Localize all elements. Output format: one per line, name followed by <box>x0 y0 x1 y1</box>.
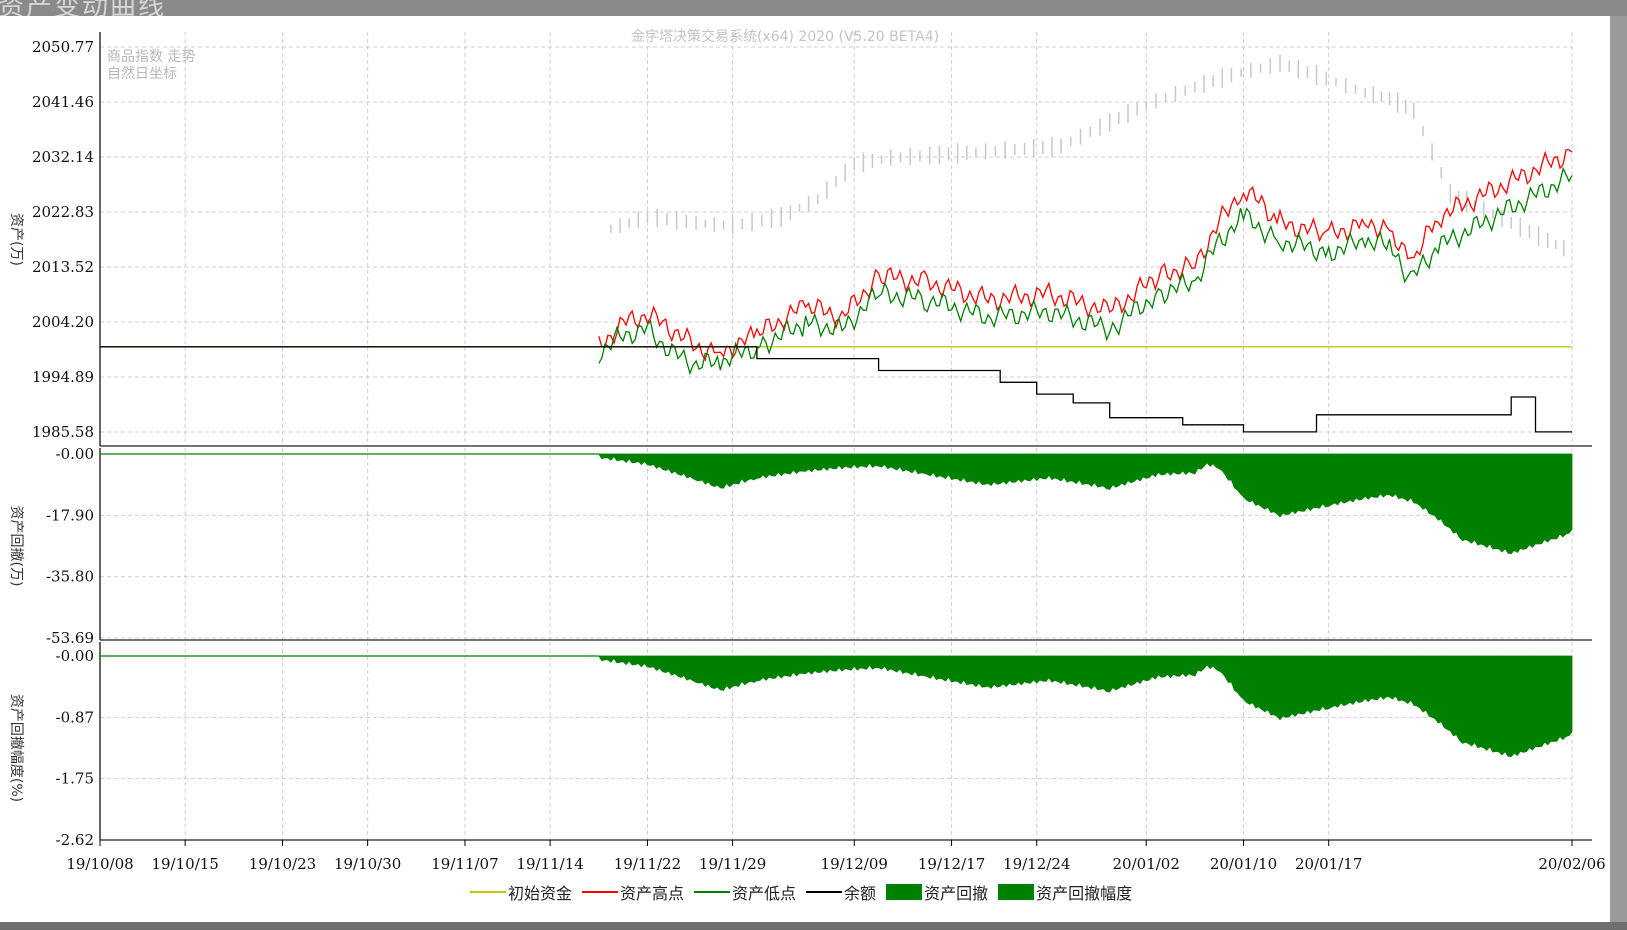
overlay-text: 自然日坐标 <box>107 65 177 82</box>
y-tick-label: -1.75 <box>56 770 94 788</box>
y-tick-label: 2032.14 <box>32 148 94 166</box>
legend-item-asset-high: 资产高点 <box>582 880 684 904</box>
x-tick-label: 19/10/30 <box>334 855 401 873</box>
legend-item-initial-capital: 初始资金 <box>470 880 572 904</box>
x-tick-label: 19/11/14 <box>516 855 583 873</box>
x-tick-label: 19/12/17 <box>918 855 985 873</box>
legend-label: 资产回撤 <box>924 884 989 903</box>
series-line-2 <box>598 166 1573 376</box>
legend-swatch <box>470 891 506 893</box>
y-axis-label: 资产回撤幅度(%) <box>8 694 24 802</box>
y-tick-label: -0.87 <box>56 708 94 726</box>
y-tick-label: 2041.46 <box>32 93 94 111</box>
y-tick-label: -0.00 <box>56 445 94 463</box>
chart-legend: 初始资金 资产高点 资产低点 余额 资产回撤 资产回撤幅度 <box>470 880 1142 904</box>
y-tick-label: 1994.89 <box>32 368 94 386</box>
legend-label: 初始资金 <box>508 884 573 903</box>
x-tick-label: 20/01/17 <box>1295 855 1362 873</box>
y-tick-label: 2022.83 <box>32 203 94 221</box>
series-line-3 <box>100 346 1572 433</box>
y-tick-label: 1985.58 <box>32 423 94 441</box>
y-tick-label: -2.62 <box>56 831 94 849</box>
legend-label: 资产低点 <box>732 884 797 903</box>
window-bottom-edge <box>0 922 1627 930</box>
y-tick-label: -53.69 <box>46 629 94 647</box>
y-tick-label: 2013.52 <box>32 258 94 276</box>
legend-label: 资产高点 <box>620 884 685 903</box>
y-tick-label: 2004.20 <box>32 313 94 331</box>
legend-label: 资产回撤幅度 <box>1036 884 1133 903</box>
x-tick-label: 20/01/10 <box>1210 855 1277 873</box>
window-title-bar: 资产变动曲线 <box>0 0 1627 16</box>
x-tick-label: 20/01/02 <box>1113 855 1180 873</box>
chart-area: 金字塔决策交易系统(x64) 2020 (V5.20 BETA4) 2050.77… <box>8 28 1606 873</box>
y-tick-label: -0.00 <box>56 647 94 665</box>
drawdown-area-1 <box>100 655 1573 758</box>
y-axis-label: 资产回撤(万) <box>8 506 24 587</box>
watermark-text: 金字塔决策交易系统(x64) 2020 (V5.20 BETA4) <box>631 28 939 45</box>
legend-swatch <box>806 891 843 893</box>
y-axis-label: 资产(万) <box>8 213 24 266</box>
legend-swatch <box>886 884 923 900</box>
window-right-edge <box>1610 16 1627 930</box>
window-title: 资产变动曲线 <box>0 0 167 16</box>
x-tick-label: 19/12/24 <box>1003 855 1070 873</box>
legend-label: 余额 <box>844 884 877 903</box>
x-tick-label: 19/12/09 <box>821 855 888 873</box>
legend-item-asset-low: 资产低点 <box>694 880 796 904</box>
x-tick-label: 19/10/15 <box>151 855 218 873</box>
x-tick-label: 19/11/07 <box>431 855 498 873</box>
x-tick-label: 20/02/06 <box>1538 855 1605 873</box>
overlay-text: 商品指数 走势 <box>107 49 195 65</box>
x-tick-label: 19/10/23 <box>249 855 316 873</box>
x-tick-label: 19/11/29 <box>699 855 766 873</box>
legend-swatch <box>694 891 731 893</box>
x-tick-label: 19/10/08 <box>66 855 133 873</box>
legend-item-balance: 余额 <box>806 880 876 904</box>
x-tick-label: 19/11/22 <box>614 855 681 873</box>
legend-item-drawdown-pct: 资产回撤幅度 <box>998 880 1132 904</box>
legend-swatch <box>998 884 1035 900</box>
legend-swatch <box>582 891 619 893</box>
y-tick-label: 2050.77 <box>32 38 94 56</box>
y-tick-label: -17.90 <box>46 506 94 524</box>
drawdown-area-0 <box>100 453 1573 555</box>
legend-item-drawdown: 资产回撤 <box>886 880 988 904</box>
y-tick-label: -35.80 <box>46 568 94 586</box>
